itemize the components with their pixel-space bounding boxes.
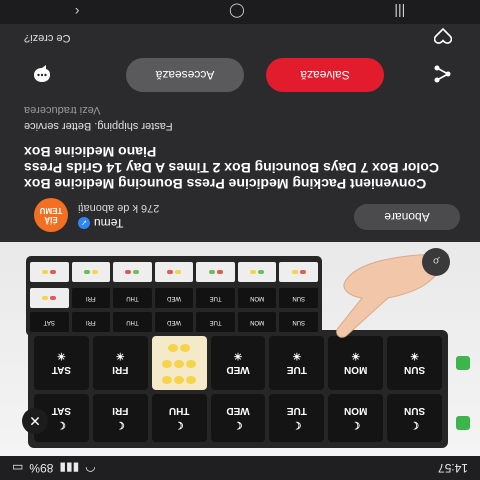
sun-icon: ☀	[351, 350, 361, 362]
moon-icon: ☾	[115, 419, 125, 431]
follow-button[interactable]: Abonare	[354, 204, 460, 230]
pill-compartment	[154, 262, 194, 282]
status-time: 14:57	[437, 461, 468, 475]
verified-icon: ✓	[78, 217, 90, 229]
pill-compartment	[279, 262, 318, 282]
lid-tue: ☾ TUE	[269, 394, 325, 442]
comment-prompt[interactable]: Ce crezi?	[0, 24, 480, 48]
wifi-icon: ◠	[85, 461, 96, 475]
moon-icon: ☾	[56, 419, 66, 431]
cell-sat: SAT ☀	[33, 336, 89, 390]
moon-icon: ☾	[292, 419, 302, 431]
comment-icon[interactable]	[32, 64, 52, 84]
sun-icon: ☀	[56, 350, 66, 362]
back-icon[interactable]: ‹	[75, 4, 80, 20]
lock-icon	[456, 356, 470, 370]
cell-mon: MON ☀	[328, 336, 384, 390]
heart-icon[interactable]	[434, 28, 452, 44]
translate-link[interactable]: Vezi traducerea	[24, 104, 100, 116]
lid-wed: ☾ WED	[210, 394, 266, 442]
sun-icon: ☀	[233, 350, 243, 362]
status-bar: 14:57 ◠ ▮▮▮ 89% ▭	[0, 456, 480, 480]
recents-icon[interactable]: |||	[394, 4, 405, 20]
pill-compartment	[113, 262, 152, 282]
pill-compartment	[237, 262, 277, 282]
lid-mon: ☾ MON	[328, 394, 384, 442]
moon-icon: ☾	[410, 419, 420, 431]
visual-search-icon[interactable]: ⌕	[422, 248, 450, 276]
battery-icon: ▭	[12, 461, 24, 475]
cell-sun: SUN ☀	[387, 336, 442, 390]
cell-fri: FRI ☀	[92, 336, 148, 390]
pill-compartment	[29, 288, 69, 308]
home-icon[interactable]: ◯	[229, 4, 245, 21]
lid-sun: ☾ SUN	[387, 394, 442, 442]
battery-level: 89%	[29, 461, 54, 475]
moon-icon: ☾	[233, 419, 243, 431]
sun-icon: ☀	[292, 350, 302, 362]
system-nav-bar: ||| ◯ ‹	[0, 0, 480, 24]
pill-compartment	[196, 262, 235, 282]
lock-icon	[456, 416, 470, 430]
signal-icon: ▮▮▮	[59, 461, 80, 475]
sun-icon: ☀	[115, 350, 125, 362]
status-icons: ◠ ▮▮▮ 89% ▭	[12, 461, 96, 475]
lid-fri: ☾ FRI	[92, 394, 148, 442]
visit-button[interactable]: Accesează	[126, 58, 244, 92]
follower-count: 276 k de abonați	[78, 202, 160, 214]
pill-box-lids: ☾ SUN ☾ MON ☾ TUE ☾ WED ☾ THU ☾ FRI ☾ SAT	[33, 394, 442, 442]
pill-compartment	[71, 262, 111, 282]
pin-title: Convenient Packing Medicine Press Bounci…	[24, 144, 439, 192]
cell-tue: TUE ☀	[269, 336, 325, 390]
close-icon[interactable]: ✕	[22, 408, 48, 434]
seller-logo[interactable]: ÉÍÅ TEMU	[34, 198, 68, 232]
cell-wed: WED ☀	[210, 336, 266, 390]
lid-thu: ☾ THU	[151, 394, 207, 442]
pill-compartment	[29, 262, 69, 282]
moon-icon: ☾	[351, 419, 361, 431]
pill-box-small: SUN MON TUE WED THU FRI SAT SUN MON TUE …	[26, 256, 322, 336]
save-button[interactable]: Salvează	[266, 58, 384, 92]
pill-box-large: ☾ SUN ☾ MON ☾ TUE ☾ WED ☾ THU ☾ FRI ☾ SAT SUN ☀ …	[28, 330, 448, 448]
seller-name[interactable]: Temu ✓	[78, 216, 123, 230]
cell-thu-open	[151, 336, 207, 390]
seller-row: ÉÍÅ TEMU Temu ✓ 276 k de abonați Abonare	[0, 198, 480, 238]
sun-icon: ☀	[410, 350, 420, 362]
action-row: Accesează Salvează	[0, 52, 480, 96]
share-icon[interactable]	[432, 64, 452, 84]
pill-box-bottoms: SUN ☀ MON ☀ TUE ☀ WED ☀ FRI ☀ SAT ☀	[33, 336, 442, 390]
comment-prompt-text: Ce crezi?	[24, 32, 71, 44]
pin-image[interactable]: ☾ SUN ☾ MON ☾ TUE ☾ WED ☾ THU ☾ FRI ☾ SAT SUN ☀ …	[0, 242, 480, 456]
moon-icon: ☾	[174, 419, 184, 431]
pin-description: Faster shipping. Better service	[24, 120, 173, 132]
